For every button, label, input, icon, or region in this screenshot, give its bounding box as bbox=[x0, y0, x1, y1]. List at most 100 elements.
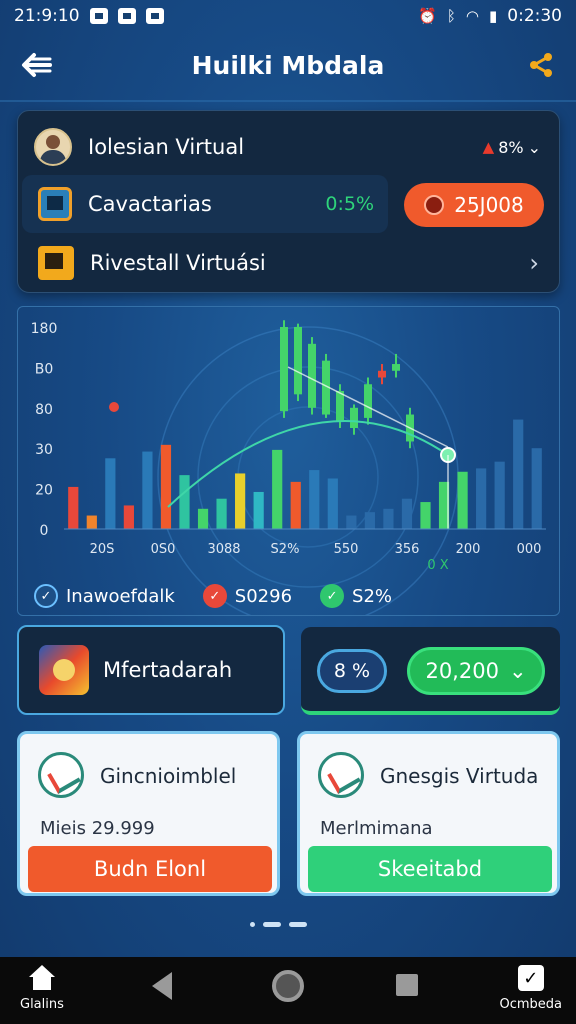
page-dot-active[interactable] bbox=[263, 922, 281, 927]
offer-title: Gnesgis Virtuda bbox=[380, 764, 539, 788]
x-tick-label: 0S0 bbox=[151, 542, 176, 557]
y-tick-label: 80 bbox=[35, 402, 53, 418]
chevron-down-icon: ⌄ bbox=[508, 659, 527, 683]
wifi-icon: ◠ bbox=[465, 7, 480, 25]
offer-title: Gincnioimblel bbox=[100, 764, 237, 788]
offer-card-right: Gnesgis Virtuda Merlmimana Skeeitabd bbox=[297, 731, 560, 896]
chart-bar bbox=[420, 502, 431, 529]
x-tick-label: S2% bbox=[271, 542, 300, 557]
balance-row[interactable]: Cavactarias 0:5% bbox=[22, 175, 388, 233]
folder-icon bbox=[38, 246, 74, 280]
profile-trend[interactable]: ▲ 8% ⌄ bbox=[483, 138, 541, 157]
candle-body bbox=[350, 407, 358, 428]
chart-bar bbox=[346, 515, 357, 529]
legend-item[interactable]: ✓ S2% bbox=[320, 584, 392, 608]
chart-bar bbox=[197, 508, 209, 529]
chart-bar bbox=[513, 419, 524, 529]
x-tick-label: 3088 bbox=[207, 542, 240, 557]
status-right: ⏰ ᛒ ◠ ▮ 0:2:30 bbox=[418, 6, 562, 26]
chart-bar bbox=[364, 512, 375, 529]
chart-bar bbox=[457, 471, 468, 529]
signal-icon: ▮ bbox=[489, 7, 498, 25]
balance-percent: 0:5% bbox=[325, 193, 374, 215]
percent-pill[interactable]: 8 % bbox=[317, 649, 387, 693]
game-card[interactable]: Mfertadarah bbox=[17, 625, 285, 715]
wallet-icon bbox=[38, 187, 72, 221]
chart-badge-icon bbox=[38, 752, 84, 798]
chart-bar bbox=[309, 470, 320, 529]
chart-panel: 0 20 30 80 B0 180 20S 0S0 3088 S2% 550 356 200 000 0 X bbox=[17, 306, 560, 616]
investment-label: Rivestall Virtuási bbox=[90, 251, 266, 275]
system-recents-icon[interactable] bbox=[396, 974, 418, 996]
chart-badge-icon bbox=[318, 752, 364, 798]
legend-label: S0296 bbox=[234, 585, 293, 607]
page-dot[interactable] bbox=[289, 922, 307, 927]
back-arrow-icon[interactable] bbox=[20, 50, 54, 80]
percent-value: 8 % bbox=[333, 660, 371, 682]
page-title: Huilki Mbdala bbox=[191, 50, 385, 80]
legend-label: S2% bbox=[352, 585, 392, 607]
chart-legend: ✓ Inawoefdalk ✓ S0296 ✓ S2% bbox=[34, 584, 392, 608]
legend-item[interactable]: ✓ S0296 bbox=[202, 584, 293, 608]
trend-up-icon: ▲ bbox=[482, 138, 495, 156]
y-tick-label: 20 bbox=[35, 483, 53, 499]
y-tick-label: 0 bbox=[40, 523, 49, 539]
system-home-icon[interactable] bbox=[272, 970, 304, 1002]
amount-value: 20,200 bbox=[425, 659, 499, 683]
legend-item[interactable]: ✓ Inawoefdalk bbox=[34, 584, 175, 608]
investment-row[interactable]: Rivestall Virtuási › bbox=[18, 235, 559, 291]
x-tick-label: 200 bbox=[456, 542, 481, 557]
chart-bar bbox=[105, 458, 116, 529]
offer-subtitle: Merlmimana bbox=[320, 818, 433, 839]
chart-bar bbox=[179, 475, 190, 529]
candle-body bbox=[336, 390, 344, 422]
app-divider bbox=[0, 100, 576, 102]
nav-home-label: Glalins bbox=[20, 997, 64, 1012]
chevron-right-icon: › bbox=[529, 249, 539, 277]
profile-trend-value: 8% bbox=[498, 137, 524, 157]
profile-row[interactable]: Iolesian Virtual ▲ 8% ⌄ bbox=[18, 119, 559, 175]
balance-amount-button[interactable]: 25J008 bbox=[404, 183, 544, 227]
game-card-label: Mfertadarah bbox=[103, 658, 233, 682]
candle-body bbox=[378, 370, 386, 378]
chart-bar bbox=[235, 473, 246, 529]
candle-body bbox=[294, 327, 302, 395]
candle-body bbox=[364, 384, 372, 418]
chevron-down-icon: ⌄ bbox=[527, 137, 541, 157]
system-back-icon[interactable] bbox=[152, 972, 172, 1000]
nav-orders-label: Ocmbeda bbox=[499, 997, 562, 1012]
candle-body bbox=[280, 327, 288, 412]
notification-icon bbox=[89, 8, 108, 24]
page-dot[interactable] bbox=[250, 922, 255, 927]
chart-bar bbox=[68, 486, 79, 529]
nav-home[interactable]: Glalins bbox=[20, 965, 64, 1012]
app-bar: Huilki Mbdala bbox=[0, 32, 576, 98]
chart-bar bbox=[476, 468, 487, 529]
account-card: Iolesian Virtual ▲ 8% ⌄ Cavactarias 0:5%… bbox=[17, 110, 560, 293]
candle-body bbox=[308, 343, 316, 408]
chart-bar bbox=[123, 505, 134, 529]
chart-bar bbox=[216, 498, 227, 529]
check-icon: ✓ bbox=[202, 584, 227, 608]
y-tick-label: 30 bbox=[35, 442, 53, 458]
share-icon[interactable] bbox=[526, 50, 556, 80]
game-icon bbox=[39, 645, 89, 695]
status-time-left: 21:9:10 bbox=[14, 6, 80, 26]
x-extra-label: 0 X bbox=[427, 558, 448, 573]
coin-icon bbox=[424, 195, 445, 215]
nav-orders[interactable]: ✓ Ocmbeda bbox=[499, 965, 562, 1012]
y-tick-label: 180 bbox=[31, 321, 58, 337]
chart-bar bbox=[86, 515, 97, 529]
chart-bar bbox=[494, 461, 505, 529]
offer-left-button[interactable]: Budn Elonl bbox=[28, 846, 272, 892]
page-indicator bbox=[250, 922, 307, 927]
status-left: 21:9:10 bbox=[14, 6, 164, 26]
legend-label: Inawoefdalk bbox=[66, 585, 175, 607]
alarm-icon: ⏰ bbox=[418, 7, 437, 25]
amount-dropdown[interactable]: 20,200 ⌄ bbox=[407, 647, 545, 695]
check-icon: ✓ bbox=[34, 584, 58, 608]
offer-subtitle: Mieis 29.999 bbox=[40, 818, 155, 839]
chart-bar bbox=[290, 481, 301, 529]
offer-right-button[interactable]: Skeeitabd bbox=[308, 846, 552, 892]
check-icon: ✓ bbox=[320, 584, 345, 608]
